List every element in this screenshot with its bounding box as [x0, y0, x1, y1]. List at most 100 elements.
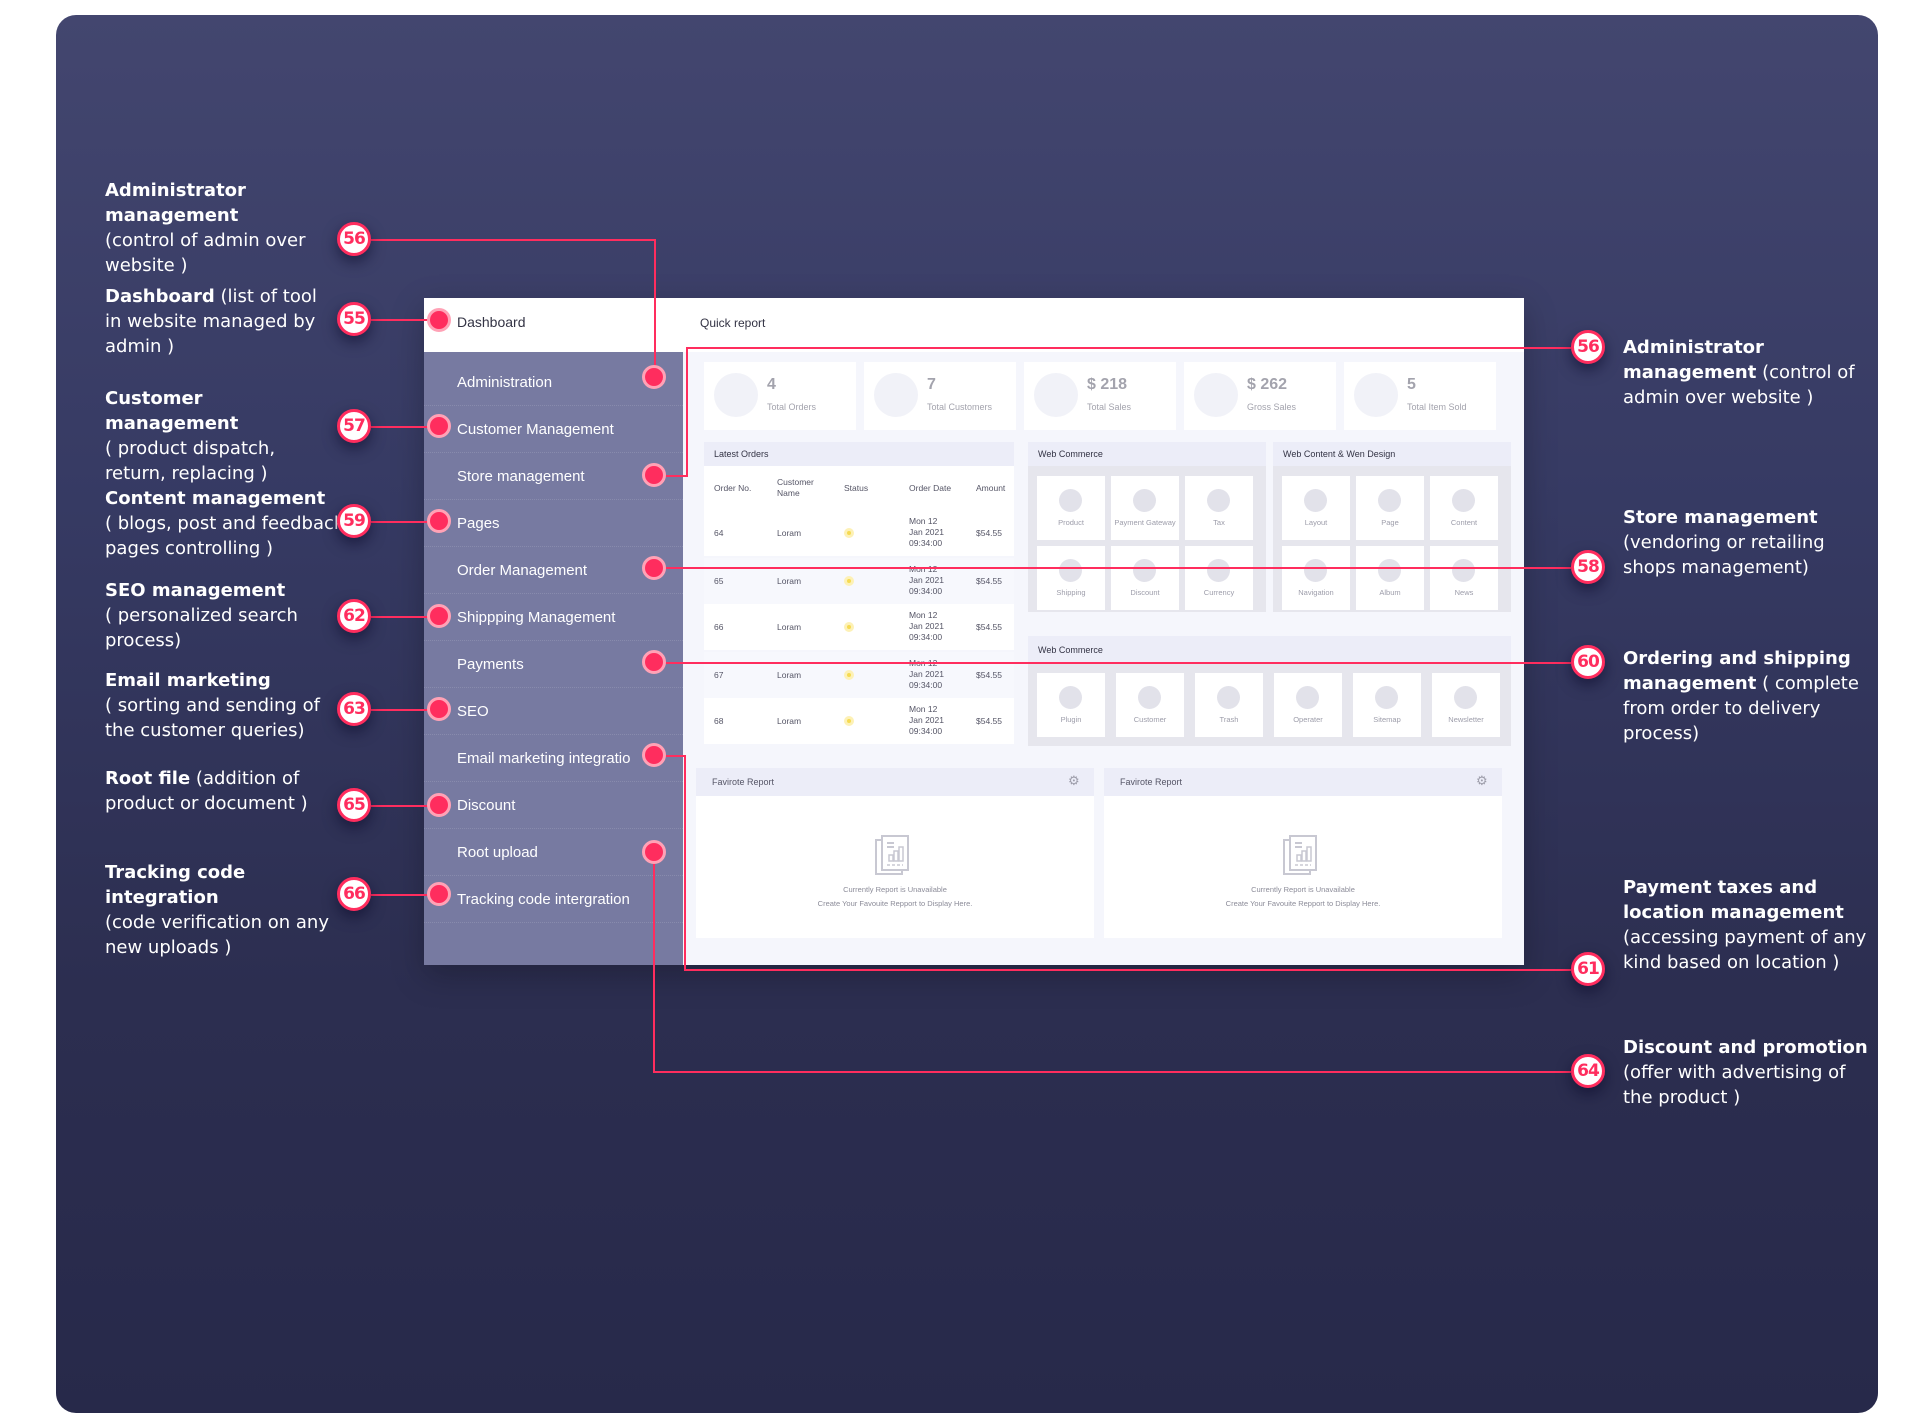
annotation-title: SEO management	[105, 580, 286, 601]
marker-dot-order-management[interactable]	[642, 556, 666, 580]
tile-label: Sitemap	[1373, 715, 1401, 724]
badge-60: 60	[1571, 645, 1605, 679]
tile-payment-gateway[interactable]: Payment Gateway	[1111, 476, 1179, 540]
annotation-root-left: Root file (addition of product or docume…	[105, 766, 320, 816]
table-row[interactable]: 67LoramMon 12Jan 202109:34:00$54.55	[704, 652, 1014, 698]
tile-page[interactable]: Page	[1356, 476, 1424, 540]
order-date-month: Jan 2021	[909, 575, 944, 585]
annotation-tracking-left: Tracking code integration (code verifica…	[105, 860, 345, 960]
marker-dot-email-marketing[interactable]	[642, 743, 666, 767]
sidebar-item-customer-management[interactable]: Customer Management	[424, 406, 683, 453]
annotation-discount-right: Discount and promotion (offer with adver…	[1623, 1035, 1868, 1110]
badge-61: 61	[1571, 952, 1605, 986]
marker-dot-pages[interactable]	[427, 509, 451, 533]
order-date-time: 09:34:00	[909, 680, 943, 690]
annotation-store-right: Store management (vendoring or retailing…	[1623, 505, 1848, 580]
sidebar-item-pages[interactable]: Pages	[424, 500, 683, 547]
connector-line	[371, 239, 655, 241]
tile-customer[interactable]: Customer	[1116, 673, 1184, 737]
tile-album[interactable]: Album	[1356, 546, 1424, 610]
marker-dot-shipping[interactable]	[427, 604, 451, 628]
tile-sitemap[interactable]: Sitemap	[1353, 673, 1421, 737]
tile-label: Tax	[1213, 518, 1225, 527]
badge-56-left: 56	[337, 222, 371, 256]
sidebar-item-dashboard[interactable]: Dashboard	[424, 298, 683, 352]
marker-dot-root-upload[interactable]	[642, 840, 666, 864]
badge-64: 64	[1571, 1054, 1605, 1088]
table-row[interactable]: 66 Loram Mon 12 Jan 2021 09:34:00 $54.55	[704, 604, 1014, 650]
tile-tax[interactable]: Tax	[1185, 476, 1253, 540]
connector-line	[653, 1071, 1571, 1073]
tile-discount[interactable]: Discount	[1111, 546, 1179, 610]
order-date: Mon 12Jan 202109:34:00	[909, 516, 944, 549]
annotation-desc: ( sorting and sending of the customer qu…	[105, 695, 320, 741]
tile-layout[interactable]: Layout	[1282, 476, 1350, 540]
marker-dot-seo[interactable]	[427, 697, 451, 721]
marker-dot-customer-management[interactable]	[427, 414, 451, 438]
tile-label: Payment Gateway	[1114, 518, 1176, 527]
status-indicator-icon	[844, 576, 854, 586]
order-amount: $54.55	[976, 622, 1002, 632]
gear-icon[interactable]: ⚙	[1068, 775, 1082, 789]
order-date-day: Mon 12	[909, 516, 938, 526]
marker-dot-administration[interactable]	[642, 365, 666, 389]
stat-value: $ 262	[1247, 376, 1288, 393]
marker-dot-dashboard[interactable]	[427, 308, 451, 332]
order-amount: $54.55	[976, 670, 1002, 680]
tile-navigation[interactable]: Navigation	[1282, 546, 1350, 610]
sidebar-item-label: SEO	[457, 702, 489, 720]
tile-operater[interactable]: Operater	[1274, 673, 1342, 737]
tile-plugin[interactable]: Plugin	[1037, 673, 1105, 737]
tile-icon	[1296, 686, 1319, 709]
marker-dot-tracking-code[interactable]	[427, 882, 451, 906]
order-number: 68	[714, 716, 724, 726]
report-empty-line2: Create Your Favouite Repport to Display …	[817, 899, 973, 908]
tile-label: Album	[1379, 588, 1401, 597]
annotation-dashboard-left: Dashboard (list of tool in website manag…	[105, 284, 335, 359]
tile-shipping[interactable]: Shipping	[1037, 546, 1105, 610]
customer-name: Loram	[777, 622, 802, 632]
customer-name: Loram	[777, 716, 802, 726]
table-row[interactable]: 68 Loram Mon 12 Jan 2021 09:34:00 $54.55	[704, 698, 1014, 744]
sidebar-item-label: Discount	[457, 796, 516, 814]
tile-content[interactable]: Content	[1430, 476, 1498, 540]
stat-card-total-item-sold: 5 Total Item Sold	[1344, 362, 1496, 430]
order-date-month: Jan 2021	[909, 527, 944, 537]
tile-label: Operater	[1293, 715, 1323, 724]
column-header: Order Date	[909, 483, 952, 493]
report-title: Favirote Report	[1104, 768, 1502, 796]
sidebar-item-discount[interactable]: Discount	[424, 782, 683, 829]
tile-product[interactable]: Product	[1037, 476, 1105, 540]
tile-icon	[1133, 559, 1156, 582]
annotation-title: Customer management	[105, 388, 239, 434]
marker-dot-store-management[interactable]	[642, 463, 666, 487]
order-date-day: Mon 12	[909, 704, 938, 714]
tile-icon	[1059, 686, 1082, 709]
badge-56-right: 56	[1571, 330, 1605, 364]
table-row[interactable]: 64 Loram Mon 12 Jan 2021 09:34:00 $54.55	[704, 510, 1014, 556]
tile-currency[interactable]: Currency	[1185, 546, 1253, 610]
annotation-title: Dashboard	[105, 286, 215, 307]
gear-icon[interactable]: ⚙	[1476, 775, 1490, 789]
marker-dot-discount[interactable]	[427, 793, 451, 817]
tile-newsletter[interactable]: Newsletter	[1432, 673, 1500, 737]
stat-label: Total Sales	[1087, 402, 1132, 412]
sidebar-item-label: Pages	[457, 514, 500, 532]
sidebar-item-label: Store management	[457, 467, 585, 485]
order-date-month: Jan 2021	[909, 715, 944, 725]
tile-icon	[1304, 489, 1327, 512]
marker-dot-payments[interactable]	[642, 650, 666, 674]
table-row[interactable]: 65 Loram Mon 12 Jan 2021 09:34:00 $54.55	[704, 558, 1014, 604]
sidebar-item-tracking-code[interactable]: Tracking code intergration	[424, 876, 683, 923]
annotation-title: Administrator management	[1623, 337, 1764, 383]
tile-trash[interactable]: Trash	[1195, 673, 1263, 737]
web-commerce-title: Web Commerce	[1028, 442, 1266, 466]
connector-line	[686, 347, 1571, 349]
sidebar-item-seo[interactable]: SEO	[424, 688, 683, 735]
sidebar-item-shipping-management[interactable]: Shippping Management	[424, 594, 683, 641]
favorite-report-card: Favirote Report ⚙ Currently Report is Un…	[1104, 768, 1502, 938]
column-header: Customer Name	[777, 477, 814, 498]
customer-name: Loram	[777, 528, 802, 538]
tile-news[interactable]: News	[1430, 546, 1498, 610]
order-number: 67	[714, 670, 724, 680]
